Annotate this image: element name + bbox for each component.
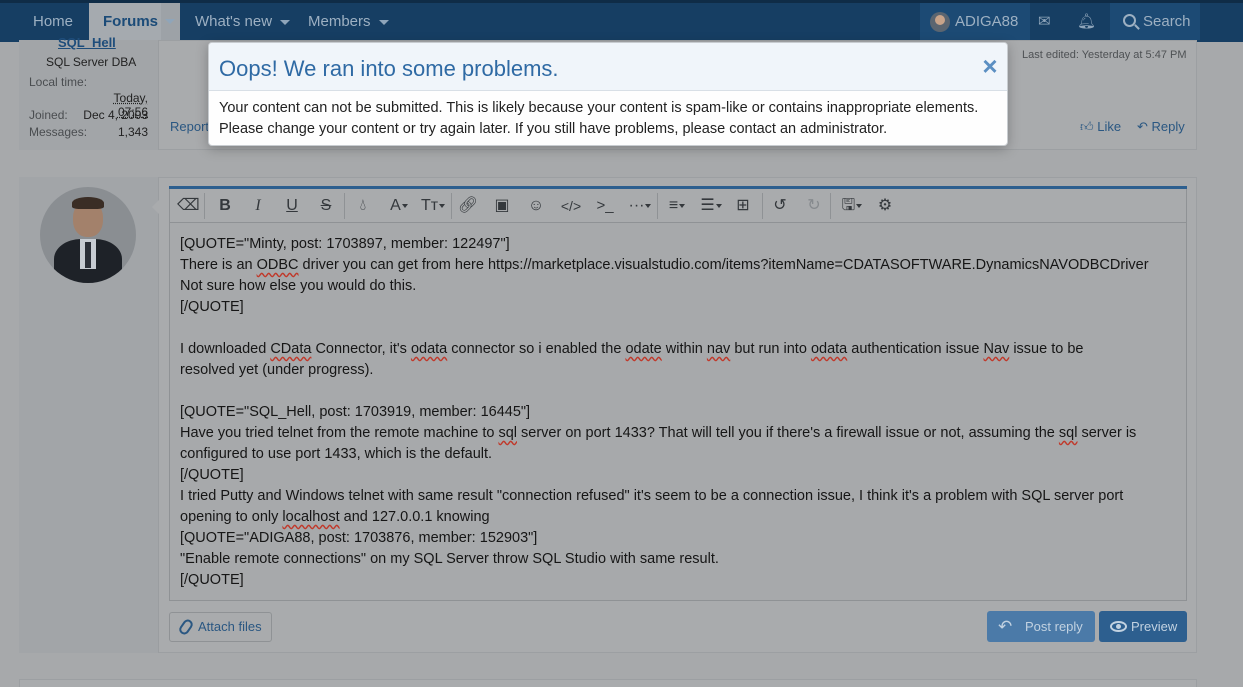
account-username: ADIGA88 (955, 13, 1019, 30)
toolbar-divider (830, 193, 831, 219)
avatar (930, 12, 950, 32)
toolbar-divider (451, 193, 452, 219)
attach-files-label: Attach files (198, 619, 262, 634)
dialog-header: Oops! We ran into some problems. × (209, 43, 1007, 91)
editor-line: "Enable remote connections" on my SQL Se… (180, 551, 719, 567)
dialog-title: Oops! We ran into some problems. (219, 56, 559, 81)
nav-whats-new-label: What's new (195, 13, 273, 30)
avatar-pointer (152, 199, 160, 215)
eraser-icon[interactable]: ⌫ (177, 196, 200, 216)
bell-icon[interactable]: 🔔︎ (1077, 14, 1096, 29)
eye-icon (1110, 621, 1127, 632)
like-button[interactable]: 👍︎ Like (1080, 119, 1121, 135)
font-family-icon[interactable]: A (384, 196, 414, 216)
like-label: Like (1097, 119, 1122, 134)
undo-icon[interactable]: ↺ (769, 196, 791, 216)
nav-forums-label: Forums (103, 13, 159, 30)
editor-line: There is an ODBC driver you can get from… (180, 257, 1149, 273)
editor-line: configured to use port 1433, which is th… (180, 446, 493, 462)
text-color-icon[interactable]: 💧︎ (352, 196, 374, 216)
chevron-down-icon (280, 19, 291, 25)
italic-icon[interactable]: I (247, 196, 269, 216)
search-label: Search (1143, 13, 1191, 30)
preview-label: Preview (1131, 619, 1178, 634)
settings-icon[interactable]: ⚙ (874, 196, 896, 216)
messages-label: Messages: (29, 125, 88, 139)
inline-code-icon[interactable]: >_ (594, 196, 616, 216)
reply-icon: ↶ (998, 617, 1013, 636)
close-icon[interactable]: × (979, 53, 1001, 79)
error-dialog: Oops! We ran into some problems. × Your … (208, 42, 1008, 146)
next-post (19, 679, 1197, 687)
editor-line: [QUOTE="Minty, post: 1703897, member: 12… (180, 236, 510, 252)
joined-label: Joined: (29, 108, 68, 122)
editor-line: I tried Putty and Windows telnet with sa… (180, 488, 1124, 504)
reply-icon: ↶ (1137, 119, 1148, 134)
top-navigation (0, 0, 1243, 42)
redo-icon[interactable]: ↻ (803, 196, 825, 216)
dialog-message: Your content can not be submitted. This … (219, 100, 979, 137)
more-options-icon[interactable]: ··· (626, 196, 654, 216)
list-icon[interactable]: ☰ (697, 196, 725, 216)
search-icon (1123, 14, 1136, 27)
code-icon[interactable]: </> (560, 196, 582, 216)
nav-forums-dropdown[interactable] (161, 3, 180, 40)
local-time-label: Local time: (29, 75, 88, 89)
link-icon[interactable]: 🔗︎ (457, 196, 479, 216)
editor-line: [QUOTE="SQL_Hell, post: 1703919, member:… (180, 404, 531, 420)
drafts-icon[interactable]: 🖫︎ (838, 196, 866, 216)
post-reply-label: Post reply (1025, 619, 1083, 634)
toolbar-divider (344, 193, 345, 219)
editor-line: [/QUOTE] (180, 572, 244, 588)
table-icon[interactable]: ⊞ (732, 196, 754, 216)
nav-home-label: Home (33, 13, 74, 30)
underline-icon[interactable]: U (281, 196, 303, 216)
nav-members[interactable]: Members (308, 3, 389, 40)
messages-value: 1,343 (117, 125, 148, 139)
joined-value: Dec 4, 2003 (83, 108, 148, 122)
bold-icon[interactable]: B (214, 196, 236, 216)
reply-button[interactable]: ↶ Reply (1137, 119, 1185, 135)
toolbar-divider (762, 193, 763, 219)
editor-line: I downloaded CData Connector, it's odata… (180, 341, 1084, 357)
nav-members-label: Members (308, 13, 371, 30)
align-icon[interactable]: ≡ (663, 196, 691, 216)
strikethrough-icon[interactable]: S (315, 196, 337, 216)
editor-line: opening to only localhost and 127.0.0.1 … (180, 509, 490, 525)
editor-text[interactable]: [QUOTE="Minty, post: 1703897, member: 12… (180, 234, 1180, 591)
envelope-icon[interactable]: ✉ (1038, 14, 1051, 29)
editor-line: Have you tried telnet from the remote ma… (180, 425, 1137, 441)
avatar (40, 187, 136, 283)
reply-label: Reply (1151, 119, 1185, 134)
post-author-title: SQL Server DBA (46, 55, 137, 69)
post-author-name[interactable]: SQL_Hell (58, 35, 116, 50)
chevron-down-icon (378, 19, 389, 25)
image-icon[interactable]: ▣ (491, 196, 513, 216)
editor-line: [/QUOTE] (180, 467, 244, 483)
editor-line: resolved yet (under progress). (180, 362, 374, 378)
thumbs-up-icon: 👍︎ (1080, 119, 1094, 134)
editor-line: Not sure how else you would do this. (180, 278, 417, 294)
font-size-icon[interactable]: Tт (418, 196, 448, 216)
editor-line: [QUOTE="ADIGA88, post: 1703876, member: … (180, 530, 538, 546)
editor-line: [/QUOTE] (180, 299, 244, 315)
toolbar-divider (657, 193, 658, 219)
nav-whats-new[interactable]: What's new (195, 3, 291, 40)
report-link[interactable]: Report (170, 119, 209, 134)
smilie-icon[interactable]: ☺ (525, 196, 547, 216)
toolbar-divider (204, 193, 205, 219)
chevron-down-icon (165, 19, 175, 24)
last-edited: Last edited: Yesterday at 5:47 PM (1022, 49, 1187, 61)
